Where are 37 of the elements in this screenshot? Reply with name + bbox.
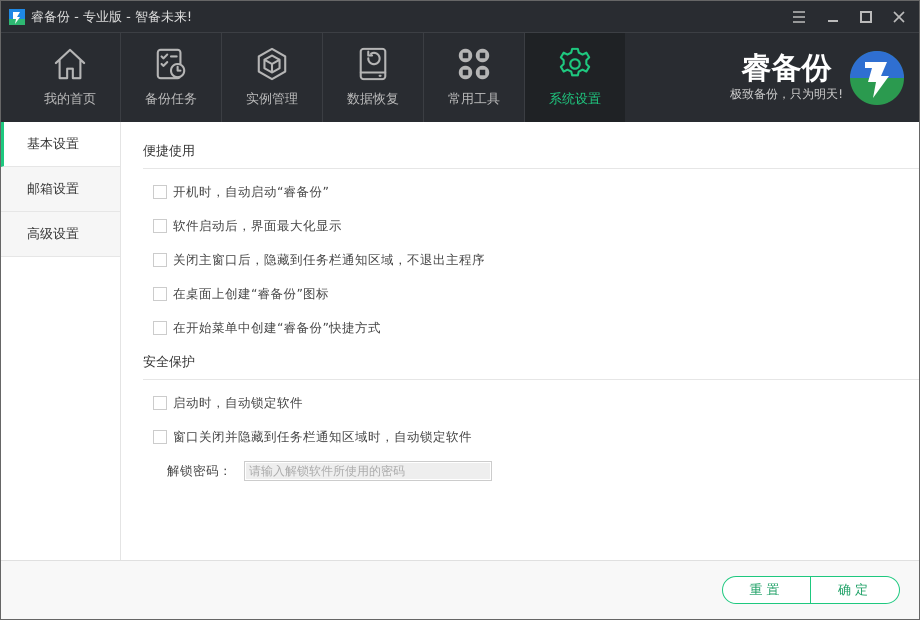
checkbox[interactable] (153, 430, 167, 444)
checkbox[interactable] (153, 219, 167, 233)
checkbox[interactable] (153, 396, 167, 410)
option-label: 关闭主窗口后，隐藏到任务栏通知区域，不退出主程序 (173, 252, 485, 268)
logo-icon (849, 50, 905, 106)
sidebar-item[interactable]: 高级设置 (1, 212, 120, 257)
sidebar-item[interactable]: 邮箱设置 (1, 167, 120, 212)
menu-icon[interactable] (792, 10, 806, 22)
app-logo-icon (9, 8, 25, 24)
option-label: 窗口关闭并隐藏到任务栏通知区域时，自动锁定软件 (173, 428, 472, 446)
grid-icon (457, 47, 491, 81)
window-title: 睿备份 - 专业版 - 智备未来! (31, 8, 192, 26)
checkbox[interactable] (153, 253, 167, 267)
checkbox[interactable] (153, 185, 167, 199)
option-label: 在开始菜单中创建“睿备份”快捷方式 (173, 320, 381, 336)
checkbox[interactable] (153, 321, 167, 335)
nav-tab[interactable]: 备份任务 (121, 33, 222, 122)
maximize-icon[interactable] (860, 10, 872, 22)
option-label: 启动时，自动锁定软件 (173, 394, 303, 412)
cube-icon (255, 47, 289, 81)
password-field[interactable]: 请输入解锁软件所使用的密码 (244, 461, 492, 481)
checklist-clock-icon (154, 47, 188, 81)
section-title: 安全保护 (143, 354, 195, 371)
checkbox[interactable] (153, 287, 167, 301)
nav-tab[interactable]: 系统设置 (525, 33, 625, 122)
brand-name: 睿备份 (742, 52, 832, 86)
option-label: 开机时，自动启动“睿备份” (173, 184, 329, 200)
nav-tab[interactable]: 数据恢复 (323, 33, 424, 122)
option-label: 软件启动后，界面最大化显示 (173, 218, 342, 234)
home-icon (53, 47, 87, 81)
close-icon[interactable] (893, 10, 905, 22)
sidebar-item[interactable]: 基本设置 (1, 122, 120, 167)
brand-slogan: 极致备份，只为明天! (730, 86, 843, 103)
nav-tab[interactable]: 实例管理 (222, 33, 323, 122)
option-label: 在桌面上创建“睿备份”图标 (173, 286, 329, 302)
field-label: 解锁密码： (167, 462, 232, 480)
section-title: 便捷使用 (143, 143, 195, 160)
